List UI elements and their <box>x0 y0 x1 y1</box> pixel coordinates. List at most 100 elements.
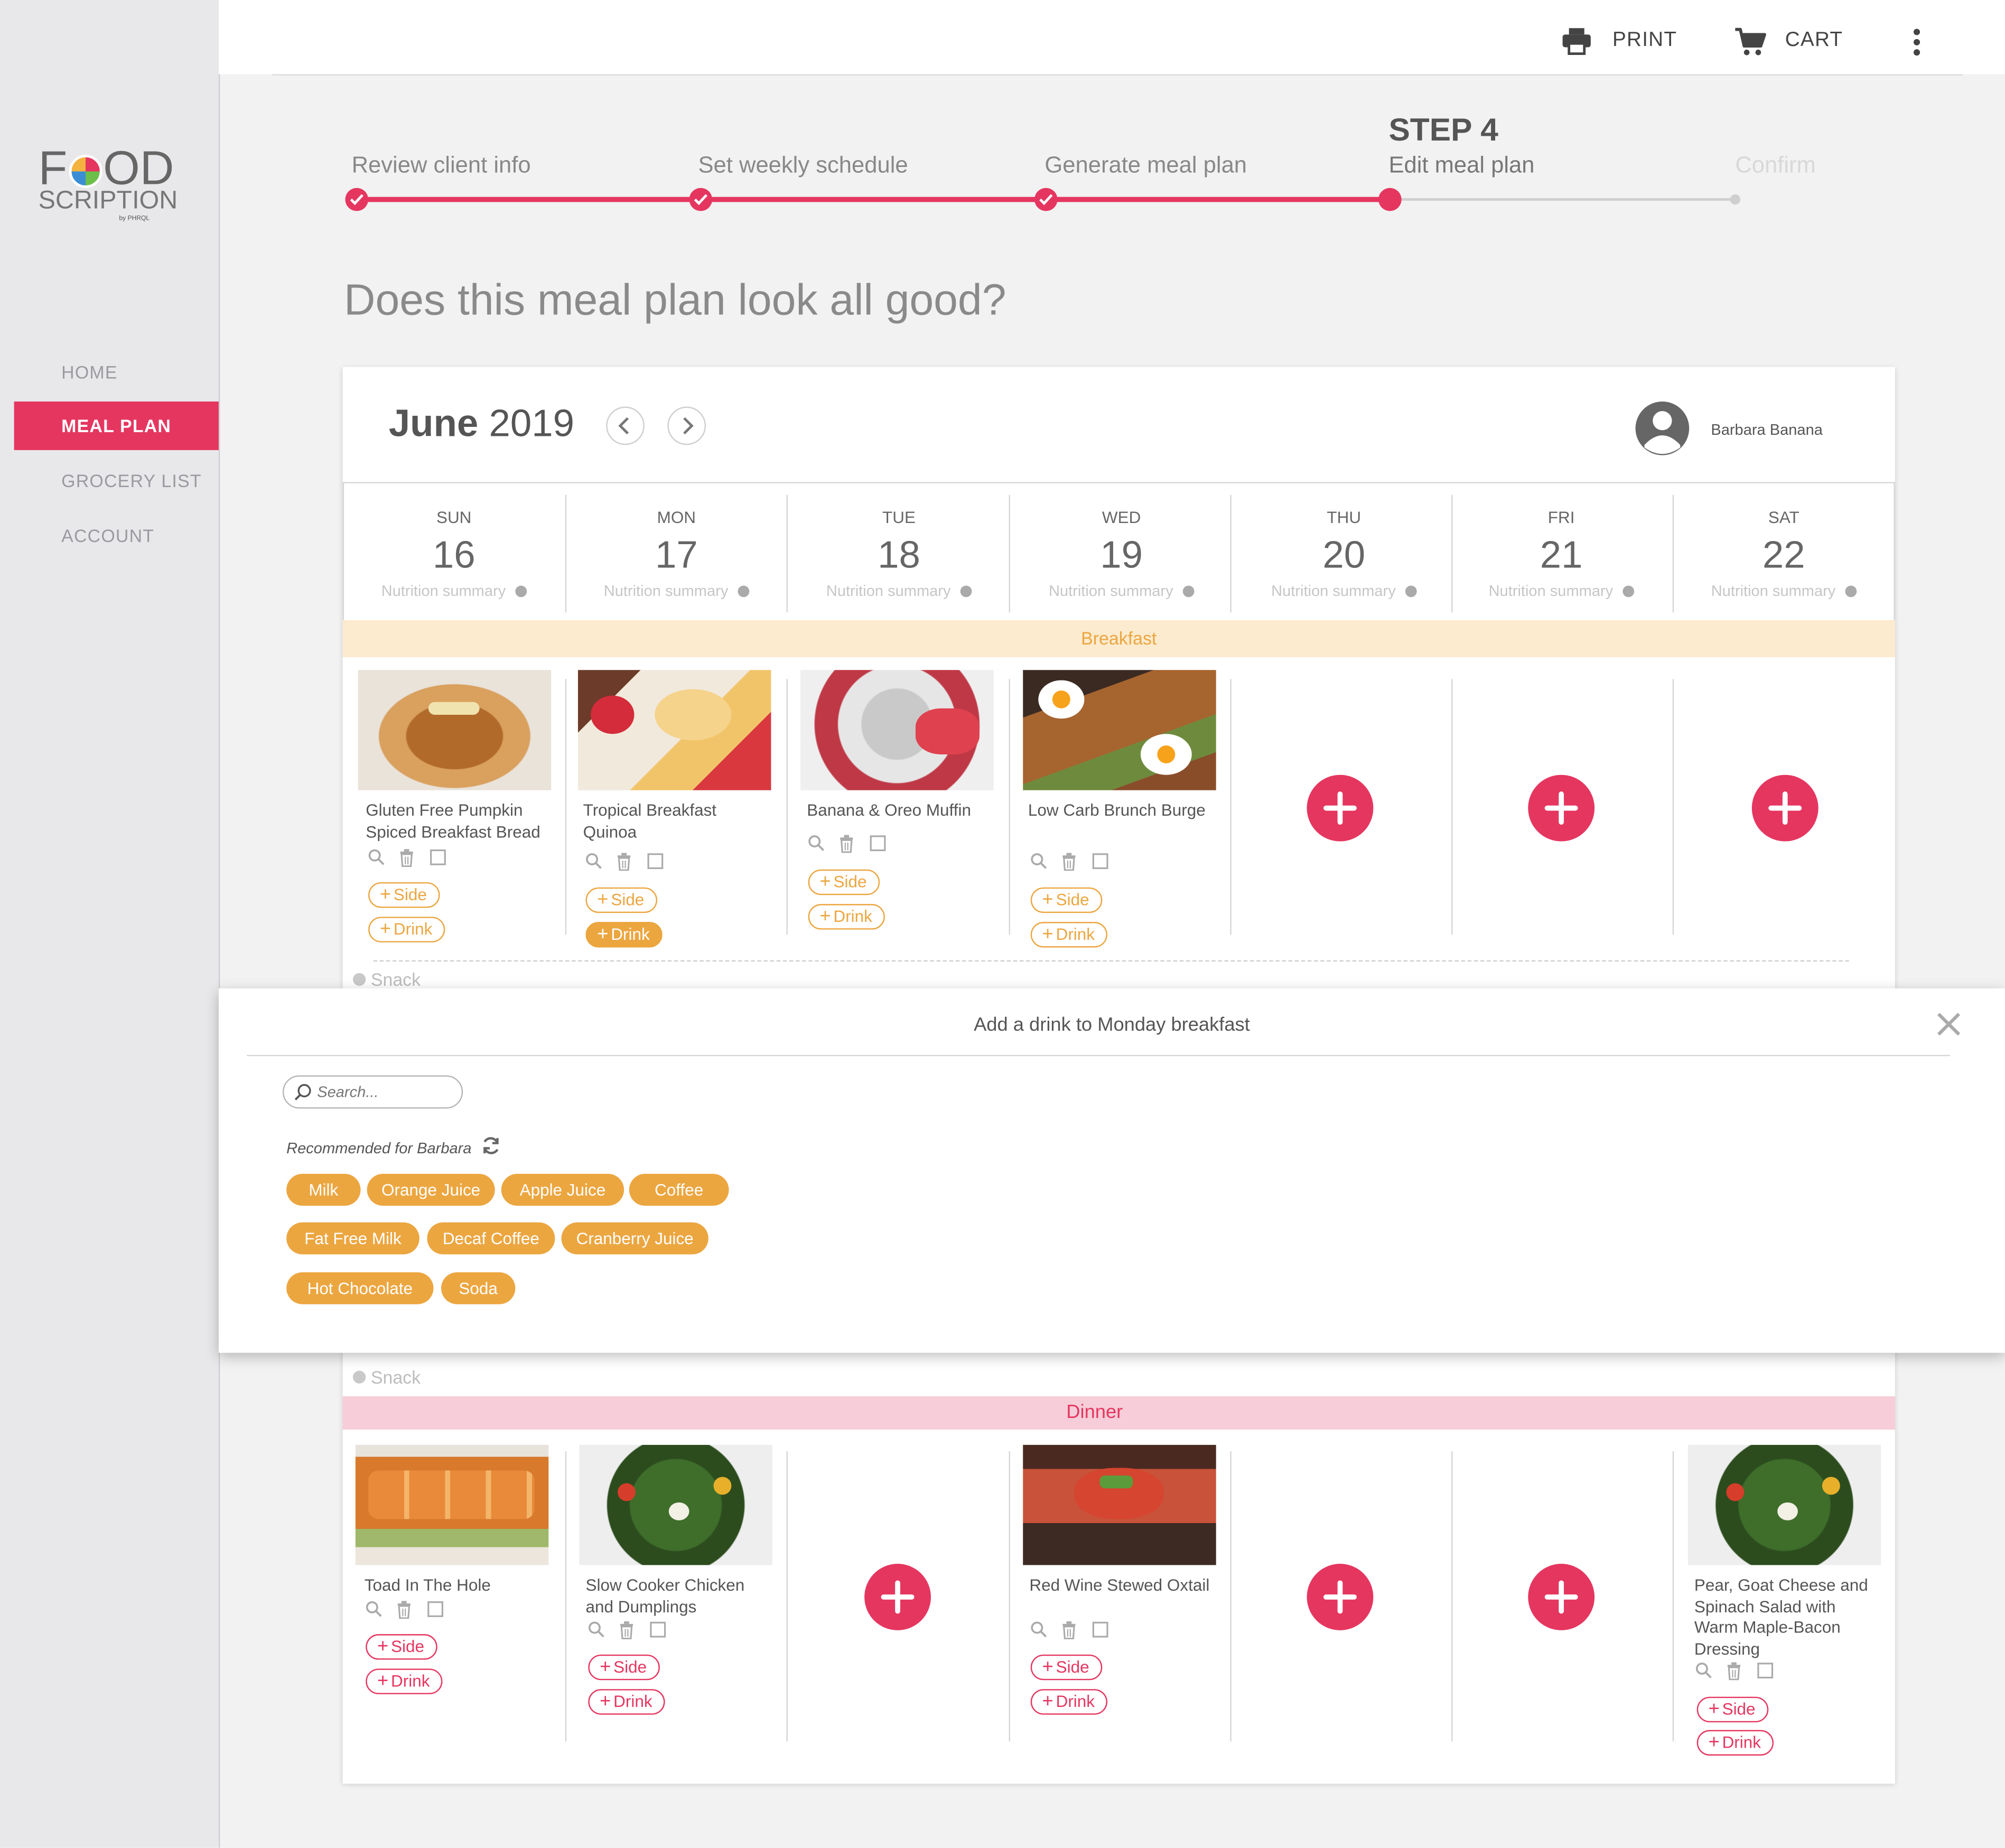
meal-title[interactable]: Tropical Breakfast Quinoa <box>578 800 773 843</box>
add-side-button[interactable]: + Side <box>1030 1654 1102 1681</box>
trash-icon[interactable] <box>399 849 414 867</box>
add-meal-button-breakfast-thu[interactable] <box>1307 774 1374 842</box>
meal-title[interactable]: Low Carb Brunch Burge <box>1023 800 1218 822</box>
trash-icon[interactable] <box>396 1601 412 1619</box>
nutrition-summary-link[interactable]: Nutrition summary <box>1010 582 1233 600</box>
sidebar-item-account[interactable]: ACCOUNT <box>0 511 219 560</box>
add-drink-button[interactable]: + Drink <box>1030 922 1108 948</box>
add-drink-button[interactable]: + Drink <box>808 904 885 930</box>
trash-icon[interactable] <box>1061 1621 1077 1639</box>
checkbox-icon[interactable] <box>1092 853 1108 869</box>
day-header-fri[interactable]: FRI 21 Nutrition summary <box>1450 508 1673 600</box>
drink-chip-coffee[interactable]: Coffee <box>629 1173 729 1206</box>
day-header-wed[interactable]: WED 19 Nutrition summary <box>1010 508 1233 600</box>
add-drink-button[interactable]: + Drink <box>366 1668 443 1694</box>
nutrition-summary-link[interactable]: Nutrition summary <box>788 582 1010 600</box>
drink-chip-hot-chocolate[interactable]: Hot Chocolate <box>286 1272 434 1304</box>
drink-chip-milk[interactable]: Milk <box>286 1173 361 1206</box>
checkbox-icon[interactable] <box>430 849 446 865</box>
meal-image[interactable] <box>800 670 994 790</box>
add-drink-button[interactable]: + Drink <box>368 917 445 942</box>
search-icon[interactable] <box>1031 1621 1047 1638</box>
checkbox-icon[interactable] <box>647 853 664 869</box>
checkbox-icon[interactable] <box>650 1621 666 1638</box>
trash-icon[interactable] <box>839 835 854 853</box>
more-menu-button[interactable] <box>1908 28 1926 56</box>
meal-title[interactable]: Pear, Goat Cheese and Spinach Salad with… <box>1688 1575 1883 1660</box>
add-side-button[interactable]: + Side <box>368 882 440 908</box>
checkbox-icon[interactable] <box>1092 1621 1108 1638</box>
checkbox-icon[interactable] <box>1757 1662 1774 1679</box>
day-header-sat[interactable]: SAT 22 Nutrition summary <box>1673 508 1895 600</box>
add-side-button[interactable]: + Side <box>808 869 880 895</box>
nutrition-summary-link[interactable]: Nutrition summary <box>1450 582 1673 600</box>
meal-title[interactable]: Red Wine Stewed Oxtail <box>1023 1575 1218 1597</box>
day-header-sun[interactable]: SUN 16 Nutrition summary <box>343 508 565 600</box>
day-header-mon[interactable]: MON 17 Nutrition summary <box>565 508 788 600</box>
drink-chip-soda[interactable]: Soda <box>441 1272 516 1304</box>
prev-week-button[interactable] <box>606 406 645 445</box>
sidebar-item-home[interactable]: HOME <box>0 348 219 396</box>
search-icon[interactable] <box>808 835 825 851</box>
add-side-button[interactable]: + Side <box>366 1634 437 1660</box>
nutrition-summary-link[interactable]: Nutrition summary <box>565 582 788 600</box>
drink-chip-decaf-coffee[interactable]: Decaf Coffee <box>427 1222 555 1255</box>
avatar[interactable] <box>1634 400 1690 456</box>
trash-icon[interactable] <box>619 1621 634 1639</box>
foodscription-logo[interactable]: F OD SCRIPTION by PHRQL <box>39 144 185 236</box>
add-side-button[interactable]: + Side <box>1030 887 1102 913</box>
meal-image[interactable] <box>577 670 771 790</box>
meal-image[interactable] <box>355 1444 549 1565</box>
add-drink-button[interactable]: + Drink <box>1030 1689 1108 1715</box>
search-icon[interactable] <box>366 1601 382 1617</box>
step-done-dot[interactable] <box>1034 188 1058 211</box>
add-meal-button-dinner-tue[interactable] <box>864 1564 931 1630</box>
add-meal-button-breakfast-fri[interactable] <box>1528 774 1595 842</box>
meal-image[interactable] <box>1023 670 1216 790</box>
sidebar-item-meal-plan[interactable]: MEAL PLAN <box>14 401 219 450</box>
search-icon[interactable] <box>1695 1662 1712 1678</box>
drink-chip-cranberry-juice[interactable]: Cranberry Juice <box>561 1222 708 1255</box>
add-side-button[interactable]: + Side <box>588 1654 660 1681</box>
snack-row-bottom[interactable]: Snack <box>353 1367 421 1387</box>
checkbox-icon[interactable] <box>870 835 886 852</box>
drink-chip-apple-juice[interactable]: Apple Juice <box>501 1173 624 1206</box>
drink-chip-orange-juice[interactable]: Orange Juice <box>367 1173 495 1206</box>
add-meal-button-dinner-thu[interactable] <box>1307 1564 1374 1630</box>
meal-image[interactable] <box>358 670 552 790</box>
day-header-thu[interactable]: THU 20 Nutrition summary <box>1233 508 1455 600</box>
refresh-button[interactable] <box>481 1135 501 1156</box>
add-side-button[interactable]: + Side <box>1696 1696 1768 1723</box>
search-icon[interactable] <box>1031 853 1047 869</box>
meal-title[interactable]: Banana & Oreo Muffin <box>800 800 996 822</box>
close-button[interactable] <box>1936 1011 1961 1037</box>
checkbox-icon[interactable] <box>427 1601 443 1617</box>
add-side-button[interactable]: + Side <box>585 887 657 913</box>
add-drink-button[interactable]: + Drink <box>1696 1730 1774 1756</box>
meal-image[interactable] <box>1687 1444 1881 1565</box>
trash-icon[interactable] <box>1061 853 1077 871</box>
nutrition-summary-link[interactable]: Nutrition summary <box>343 582 565 600</box>
search-icon[interactable] <box>368 849 385 865</box>
meal-title[interactable]: Toad In The Hole <box>356 1575 551 1597</box>
nutrition-summary-link[interactable]: Nutrition summary <box>1673 582 1895 600</box>
nutrition-summary-link[interactable]: Nutrition summary <box>1233 582 1455 600</box>
meal-image[interactable] <box>1023 1444 1216 1565</box>
add-drink-button-active[interactable]: + Drink <box>585 922 663 948</box>
trash-icon[interactable] <box>617 853 632 871</box>
search-field[interactable] <box>282 1075 463 1109</box>
step-label-review-client-info[interactable]: Review client info <box>352 152 531 179</box>
meal-title[interactable]: Gluten Free Pumpkin Spiced Breakfast Bre… <box>358 800 554 843</box>
step-label-set-weekly-schedule[interactable]: Set weekly schedule <box>698 152 908 179</box>
search-input[interactable] <box>317 1080 452 1104</box>
search-icon[interactable] <box>585 853 602 869</box>
meal-title[interactable]: Slow Cooker Chicken and Dumplings <box>579 1575 775 1618</box>
search-icon[interactable] <box>588 1621 604 1638</box>
snack-row-top[interactable]: Snack <box>353 969 421 990</box>
step-done-dot[interactable] <box>345 188 369 211</box>
drink-chip-fat-free-milk[interactable]: Fat Free Milk <box>286 1222 419 1255</box>
sidebar-item-grocery-list[interactable]: GROCERY LIST <box>0 456 219 505</box>
step-done-dot[interactable] <box>689 188 713 211</box>
add-meal-button-breakfast-sat[interactable] <box>1751 774 1819 842</box>
step-label-generate-meal-plan[interactable]: Generate meal plan <box>1045 152 1247 179</box>
